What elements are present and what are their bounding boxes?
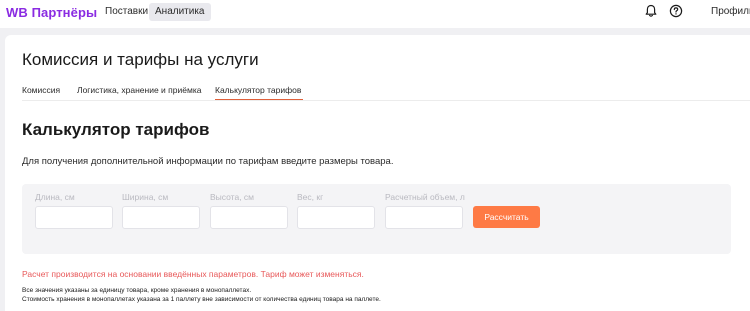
tab-commission[interactable]: Комиссия — [22, 85, 60, 96]
tabs-divider — [22, 100, 750, 101]
note-per-unit: Все значения указаны за единицу товара, … — [22, 287, 252, 294]
page-title: Комиссия и тарифы на услуги — [22, 50, 259, 69]
bell-icon[interactable] — [644, 4, 658, 18]
warning-text: Расчет производится на основании введённ… — [22, 269, 364, 279]
length-label: Длина, см — [35, 192, 75, 202]
length-input[interactable] — [35, 206, 113, 229]
help-icon[interactable] — [669, 4, 683, 18]
volume-label: Расчетный объем, л — [385, 192, 465, 202]
volume-input[interactable] — [385, 206, 463, 229]
tab-logistics-storage[interactable]: Логистика, хранение и приёмка — [77, 85, 201, 96]
tab-tariff-calculator[interactable]: Калькулятор тарифов — [215, 85, 301, 96]
width-label: Ширина, см — [122, 192, 169, 202]
weight-input[interactable] — [297, 206, 375, 229]
profile-link[interactable]: Профиль — [711, 3, 750, 21]
calculator-form: Длина, см Ширина, см Высота, см Вес, кг … — [22, 184, 731, 254]
width-input[interactable] — [122, 206, 200, 229]
height-label: Высота, см — [210, 192, 255, 202]
nav-analytics[interactable]: Аналитика — [149, 3, 211, 21]
calculate-button[interactable]: Рассчитать — [473, 206, 540, 228]
weight-label: Вес, кг — [297, 192, 324, 202]
note-monopallet: Стоимость хранения в монопаллетах указан… — [22, 296, 381, 303]
main-card: Комиссия и тарифы на услуги Комиссия Лог… — [5, 35, 750, 311]
calculator-title: Калькулятор тарифов — [22, 120, 210, 139]
top-navigation-bar: WB Партнёры Поставки Аналитика Профиль — [0, 0, 750, 28]
calculator-intro: Для получения дополнительной информации … — [22, 156, 394, 167]
nav-deliveries[interactable]: Поставки — [99, 3, 154, 21]
logo[interactable]: WB Партнёры — [6, 5, 97, 20]
height-input[interactable] — [210, 206, 288, 229]
